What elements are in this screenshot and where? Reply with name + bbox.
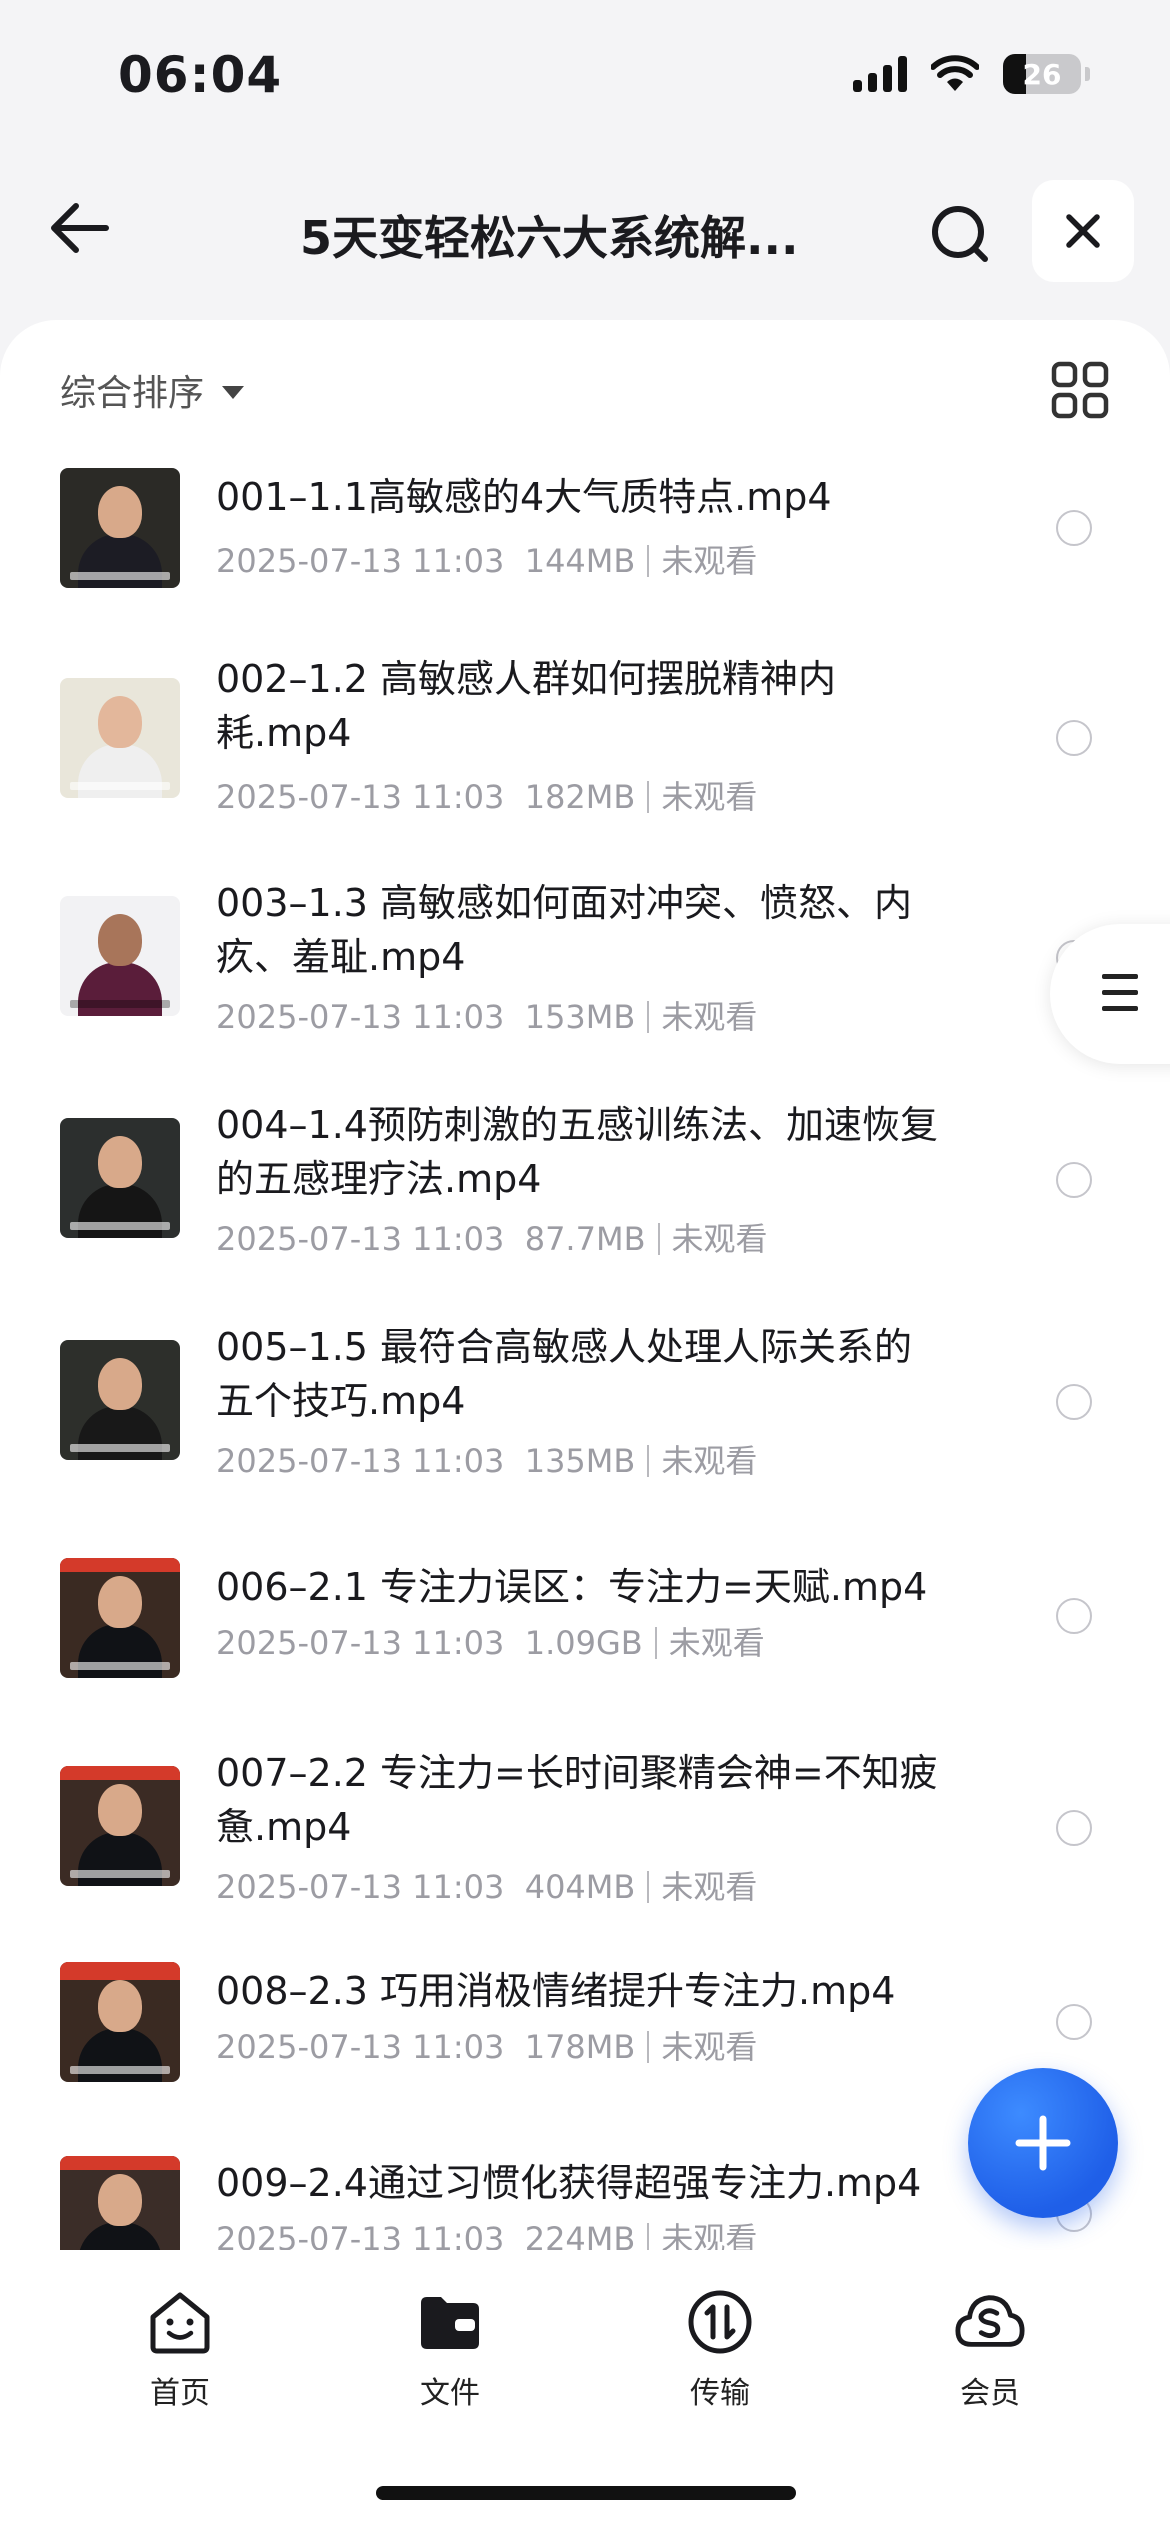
file-meta: 2025-07-13 11:03 153MB 未观看 bbox=[216, 992, 757, 1038]
nav-bar: 5天变轻松六大系统解... bbox=[0, 160, 1170, 300]
file-date: 2025-07-13 11:03 bbox=[216, 2028, 505, 2066]
wifi-icon bbox=[931, 55, 979, 91]
select-radio[interactable] bbox=[1056, 2004, 1092, 2040]
watch-status: 未观看 bbox=[661, 1442, 758, 1480]
file-meta: 2025-07-13 11:03 1.09GB 未观看 bbox=[216, 1618, 765, 1664]
tab-files[interactable]: 文件 bbox=[370, 2286, 530, 2412]
watch-status: 未观看 bbox=[661, 2028, 758, 2066]
file-name: 009–2.4通过习惯化获得超强专注力.mp4 bbox=[216, 2161, 922, 2205]
file-date: 2025-07-13 11:03 bbox=[216, 542, 505, 580]
file-name: 005–1.5 最符合高敏感人处理人际关系的五个技巧.mp4 bbox=[216, 1325, 913, 1423]
caret-down-icon bbox=[222, 385, 245, 399]
video-thumbnail bbox=[60, 1766, 180, 1886]
status-time: 06:04 bbox=[118, 46, 283, 104]
file-meta: 2025-07-13 11:03 404MB 未观看 bbox=[216, 1862, 757, 1908]
watch-status: 未观看 bbox=[661, 542, 758, 580]
file-date: 2025-07-13 11:03 bbox=[216, 1868, 505, 1906]
file-size: 224MB bbox=[524, 2220, 636, 2250]
tab-membership[interactable]: 会员 bbox=[910, 2286, 1070, 2412]
select-radio[interactable] bbox=[1056, 510, 1092, 546]
tab-transfer[interactable]: 传输 bbox=[640, 2286, 800, 2412]
video-thumbnail bbox=[60, 1340, 180, 1460]
file-date: 2025-07-13 11:03 bbox=[216, 998, 505, 1036]
file-date: 2025-07-13 11:03 bbox=[216, 2220, 505, 2250]
search-icon bbox=[932, 206, 988, 262]
watch-status: 未观看 bbox=[661, 998, 758, 1036]
video-thumbnail bbox=[60, 1962, 180, 2082]
file-name: 006–2.1 专注力误区：专注力=天赋.mp4 bbox=[216, 1565, 928, 1609]
file-name: 002–1.2 高敏感人群如何摆脱精神内耗.mp4 bbox=[216, 657, 837, 755]
select-radio[interactable] bbox=[1056, 1810, 1092, 1846]
close-button[interactable] bbox=[1032, 180, 1134, 282]
file-date: 2025-07-13 11:03 bbox=[216, 1442, 505, 1480]
file-date: 2025-07-13 11:03 bbox=[216, 1220, 505, 1258]
watch-status: 未观看 bbox=[661, 778, 758, 816]
tab-label: 传输 bbox=[690, 2376, 750, 2411]
tab-label: 文件 bbox=[420, 2376, 480, 2411]
select-radio[interactable] bbox=[1056, 1384, 1092, 1420]
battery-level: 26 bbox=[1022, 57, 1062, 91]
video-thumbnail bbox=[60, 2156, 180, 2250]
select-radio[interactable] bbox=[1056, 1598, 1092, 1634]
page-title: 5天变轻松六大系统解... bbox=[300, 211, 799, 265]
video-thumbnail bbox=[60, 896, 180, 1016]
file-name: 001–1.1高敏感的4大气质特点.mp4 bbox=[216, 475, 832, 519]
add-button[interactable] bbox=[968, 2068, 1118, 2218]
video-thumbnail bbox=[60, 468, 180, 588]
cellular-signal-icon bbox=[853, 56, 907, 92]
plus-icon bbox=[1015, 2115, 1071, 2171]
folder-icon bbox=[421, 2297, 479, 2349]
watch-status: 未观看 bbox=[668, 1624, 765, 1662]
file-size: 1.09GB bbox=[524, 1624, 643, 1662]
battery-icon: 26 bbox=[1003, 54, 1081, 94]
select-radio[interactable] bbox=[1056, 720, 1092, 756]
grid-view-button[interactable] bbox=[1050, 360, 1110, 420]
file-name: 004–1.4预防刺激的五感训练法、加速恢复的五感理疗法.mp4 bbox=[216, 1103, 938, 1201]
watch-status: 未观看 bbox=[661, 2220, 758, 2250]
sort-label: 综合排序 bbox=[60, 373, 205, 414]
smiley-icon bbox=[150, 2292, 210, 2354]
search-button[interactable] bbox=[924, 198, 996, 270]
file-list-panel: 综合排序 001–1.1高敏感的4大气质特点.mp4 2025-07-13 11… bbox=[0, 320, 1170, 2250]
watch-status: 未观看 bbox=[661, 1868, 758, 1906]
file-meta: 2025-07-13 11:03 144MB 未观看 bbox=[216, 536, 757, 582]
file-name: 003–1.3 高敏感如何面对冲突、愤怒、内疚、羞耻.mp4 bbox=[216, 881, 913, 979]
file-size: 178MB bbox=[524, 2028, 636, 2066]
file-date: 2025-07-13 11:03 bbox=[216, 778, 505, 816]
back-button[interactable] bbox=[44, 192, 116, 264]
tab-home[interactable]: 首页 bbox=[100, 2286, 260, 2412]
arrow-left-icon bbox=[51, 203, 109, 253]
video-thumbnail bbox=[60, 678, 180, 798]
grid-icon bbox=[1051, 361, 1109, 419]
file-size: 135MB bbox=[524, 1442, 636, 1480]
video-thumbnail bbox=[60, 1558, 180, 1678]
file-meta: 2025-07-13 11:03 178MB 未观看 bbox=[216, 2022, 757, 2068]
close-icon bbox=[1066, 214, 1100, 248]
file-size: 153MB bbox=[524, 998, 636, 1036]
file-size: 182MB bbox=[524, 778, 636, 816]
tab-label: 首页 bbox=[150, 2376, 210, 2411]
file-meta: 2025-07-13 11:03 182MB 未观看 bbox=[216, 772, 757, 818]
file-meta: 2025-07-13 11:03 224MB 未观看 bbox=[216, 2214, 757, 2250]
watch-status: 未观看 bbox=[671, 1220, 768, 1258]
tab-label: 会员 bbox=[960, 2376, 1020, 2411]
cloud-s-icon bbox=[955, 2295, 1025, 2347]
file-meta: 2025-07-13 11:03 135MB 未观看 bbox=[216, 1436, 757, 1482]
select-radio[interactable] bbox=[1056, 1162, 1092, 1198]
home-indicator bbox=[376, 2486, 796, 2500]
file-name: 008–2.3 巧用消极情绪提升专注力.mp4 bbox=[216, 1969, 896, 2013]
menu-icon bbox=[1102, 974, 1138, 1022]
file-meta: 2025-07-13 11:03 87.7MB 未观看 bbox=[216, 1214, 768, 1260]
status-bar: 06:04 26 bbox=[0, 0, 1170, 150]
sort-dropdown[interactable]: 综合排序 bbox=[60, 364, 245, 416]
video-thumbnail bbox=[60, 1118, 180, 1238]
file-name: 007–2.2 专注力=长时间聚精会神=不知疲惫.mp4 bbox=[216, 1751, 938, 1849]
file-size: 404MB bbox=[524, 1868, 636, 1906]
file-size: 144MB bbox=[524, 542, 636, 580]
file-date: 2025-07-13 11:03 bbox=[216, 1624, 505, 1662]
file-size: 87.7MB bbox=[524, 1220, 646, 1258]
transfer-icon bbox=[688, 2290, 752, 2354]
